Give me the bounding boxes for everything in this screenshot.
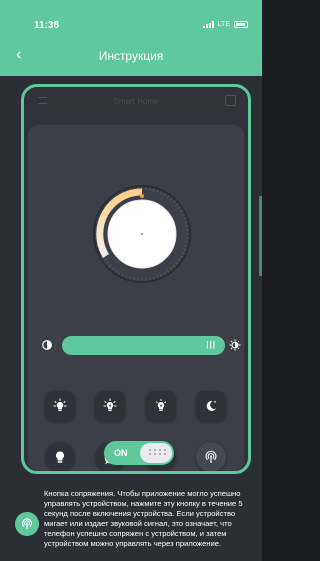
dial-tick [169,197,173,201]
dial-tick [149,187,151,191]
power-toggle-label: ON [114,448,128,458]
dial-graphic [93,185,191,283]
color-temperature-dial[interactable] [92,184,192,284]
pairing-info-icon [15,512,39,536]
instruction-text: Кнопка сопряжения. Чтобы приложение могл… [44,489,243,548]
dial-tick [114,269,118,273]
dial-tick [184,245,188,247]
pairing-icon [205,450,217,464]
page-title: Инструкция [98,49,164,63]
dial-tick [105,261,109,265]
dial-tick [177,206,181,210]
dial-tick [156,275,159,279]
dial-tick [111,267,115,271]
dial-tick [153,276,155,280]
dial-tick [103,258,107,262]
pairing-button[interactable] [196,442,226,471]
dial-tick [108,264,112,268]
bulb-dim-icon [156,399,166,411]
bulb-rays-icon [53,398,67,411]
dial-tick [184,221,188,223]
dial-tick [160,191,163,195]
network-label: LTE [217,21,230,28]
scroll-edge [259,196,262,276]
dial-tick [175,261,179,265]
battery-icon [234,21,248,28]
dial-tick [179,210,183,213]
dial-tick [118,271,121,275]
dial-tick [156,189,159,193]
dial-tick [153,188,155,192]
dial-tick [129,276,131,280]
bulb-icon [56,451,64,463]
dial-tick [183,248,187,251]
dial-tick [163,271,166,275]
status-time: 11:38 [34,20,60,31]
dial-tick [160,273,163,277]
app-preview-frame: Smart Home ||| ON [21,84,251,474]
dial-tick [166,269,170,273]
bulb-dim-button[interactable] [146,391,176,421]
slider-grip[interactable]: ||| [206,340,216,349]
dial-tick [121,273,124,277]
dial-tick [163,193,166,197]
bulb-rays-button[interactable] [45,391,75,421]
bulb-button[interactable] [45,442,75,471]
pairing-icon [22,518,32,530]
power-toggle[interactable]: ON [104,441,174,465]
control-panel: ||| [28,125,244,471]
status-indicators: LTE [202,21,248,28]
status-bar: 11:38 LTE [0,0,262,36]
dial-tick [175,203,179,207]
toggle-knob[interactable] [140,443,172,463]
home-icon [225,95,236,106]
dial-tick [133,277,135,281]
signal-icon [202,21,214,28]
brightness-low-icon [42,340,52,350]
preview-header: Smart Home [24,87,248,123]
dial-tick [185,241,189,243]
dial-tick [149,277,151,281]
nav-bar: ‹ Инструкция [0,36,262,76]
dial-tick [181,252,185,255]
night-mode-button[interactable] [196,391,226,421]
dial-tick [172,200,176,204]
dial-tick [166,195,170,199]
dial-tick [177,258,181,262]
preview-app-title: Smart Home [113,97,159,106]
dial-tick [125,275,128,279]
dial-tick [172,264,176,268]
dial-tick [169,267,173,271]
bulb-bright-button[interactable] [95,391,125,421]
dial-tick [181,213,185,216]
brightness-slider[interactable]: ||| [62,336,225,355]
moon-icon [206,400,217,411]
bulb-bright-icon [103,398,117,411]
dial-tick [185,225,189,227]
knob-grip [149,449,167,455]
dial-tick [183,217,187,220]
dial-tick [179,255,183,258]
brightness-high-icon [229,339,241,351]
